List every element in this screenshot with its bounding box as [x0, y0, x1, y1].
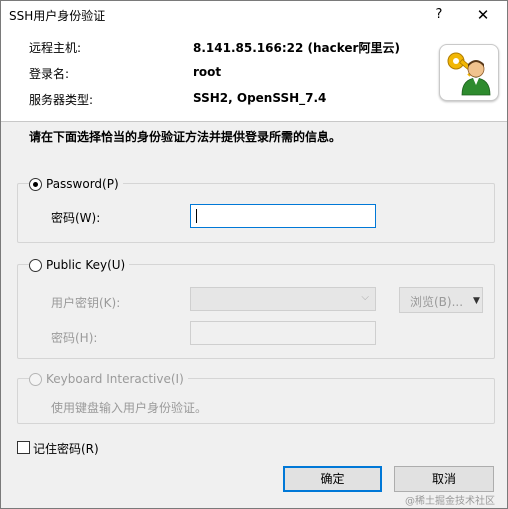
keyboard-interactive-label: Keyboard Interactive(I): [46, 372, 184, 386]
keyboard-interactive-radio[interactable]: [29, 372, 42, 386]
host-value: 8.141.85.166:22 (hacker阿里云): [193, 41, 400, 55]
cancel-button[interactable]: 取消: [394, 466, 494, 492]
user-key-combo[interactable]: ⌵: [190, 287, 376, 311]
title-bar: SSH用户身份验证 ? ✕: [1, 1, 507, 29]
ok-button[interactable]: 确定: [283, 466, 382, 492]
remember-password-checkbox[interactable]: [17, 441, 30, 454]
password-radio-label: Password(P): [46, 177, 119, 191]
login-label: 登录名:: [29, 67, 70, 81]
text-caret: [196, 209, 197, 223]
chevron-down-icon: ⌵: [361, 292, 369, 303]
help-button[interactable]: ?: [429, 5, 449, 25]
ssh-auth-dialog: SSH用户身份验证 ? ✕ 远程主机: 8.141.85.166:22 (hac…: [0, 0, 508, 509]
server-type-value: SSH2, OpenSSH_7.4: [193, 91, 327, 105]
key-user-icon: [439, 44, 499, 101]
password-radio[interactable]: [29, 177, 42, 191]
passphrase-input[interactable]: [190, 321, 376, 345]
user-key-label: 用户密钥(K):: [51, 296, 121, 310]
triangle-down-icon: ▼: [473, 296, 480, 306]
watermark: @稀土掘金技术社区: [405, 496, 495, 507]
keyboard-interactive-description: 使用键盘输入用户身份验证。: [51, 401, 208, 415]
dialog-title: SSH用户身份验证: [9, 9, 106, 23]
server-type-label: 服务器类型:: [29, 93, 94, 107]
password-label: 密码(W):: [51, 211, 101, 225]
passphrase-label: 密码(H):: [51, 331, 98, 345]
login-value: root: [193, 65, 222, 79]
public-key-radio-row[interactable]: Public Key(U): [29, 258, 130, 272]
browse-button-label: 浏览(B)...: [410, 295, 464, 309]
password-input[interactable]: [190, 204, 376, 228]
connection-info-panel: 远程主机: 8.141.85.166:22 (hacker阿里云) 登录名: r…: [1, 29, 507, 122]
remember-password-label: 记住密码(R): [33, 442, 99, 456]
host-label: 远程主机:: [29, 41, 82, 55]
instruction-text: 请在下面选择恰当的身份验证方法并提供登录所需的信息。: [29, 130, 342, 144]
public-key-radio-label: Public Key(U): [46, 258, 126, 272]
close-button[interactable]: ✕: [471, 5, 495, 25]
public-key-radio[interactable]: [29, 258, 42, 272]
browse-button[interactable]: 浏览(B)... ▼: [399, 287, 483, 313]
password-radio-row[interactable]: Password(P): [29, 177, 123, 191]
keyboard-radio-row[interactable]: Keyboard Interactive(I): [29, 372, 188, 386]
